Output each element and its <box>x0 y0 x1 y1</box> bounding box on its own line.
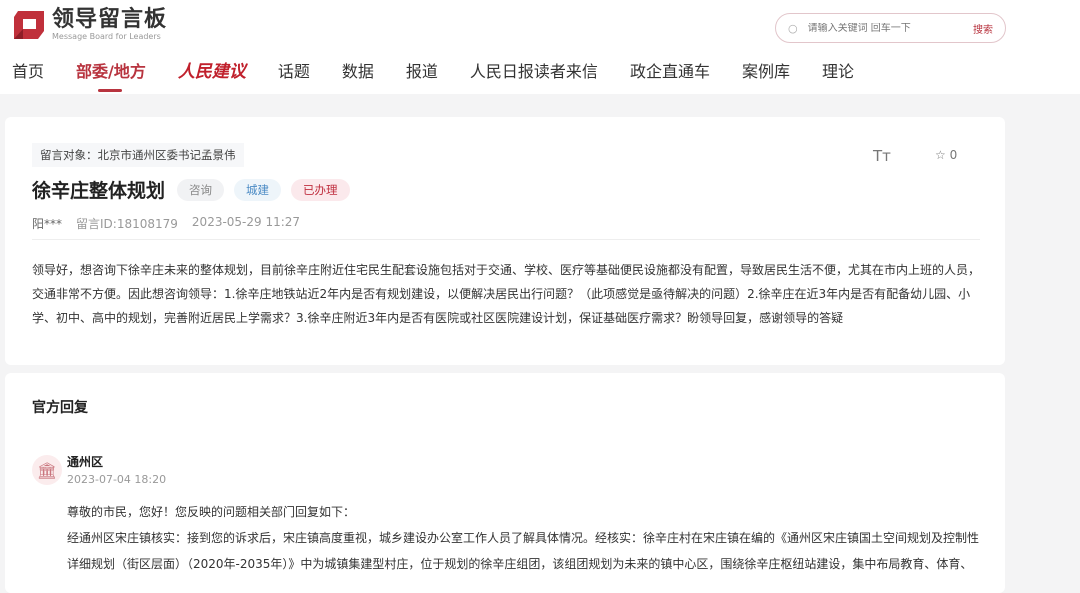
reply-line: 详细规划（街区层面）（2020年-2035年）》中为城镇集建型村庄，位于规划的徐… <box>67 557 973 571</box>
tag-category[interactable]: 城建 <box>234 178 282 201</box>
main-nav: 首页 部委/地方 人民建议 话题 数据 报道 人民日报读者来信 政企直通车 案例… <box>12 60 886 92</box>
logo-title: 领导留言板 <box>52 7 168 32</box>
status-badge: 已办理 <box>291 178 350 201</box>
nav-ministries-local[interactable]: 部委/地方 <box>76 60 146 92</box>
reply-line: 尊敬的市民，您好！您反映的问题相关部门回复如下： <box>67 505 356 519</box>
message-card: 留言对象：北京市通州区委书记孟景伟 徐辛庄整体规划 咨询 城建 已办理 阳***… <box>5 117 1005 365</box>
logo[interactable]: 领导留言板 Message Board for Leaders <box>12 8 167 42</box>
tag-type[interactable]: 咨询 <box>177 178 225 201</box>
reply-time: 2023-07-04 18:20 <box>67 473 167 486</box>
star-icon: ☆ <box>935 148 946 162</box>
search-input[interactable] <box>807 22 958 34</box>
message-target: 留言对象：北京市通州区委书记孟景伟 <box>32 143 244 167</box>
body-line: 学、初中、高中的规划，完善附近居民上学需求？3.徐辛庄附近3年内是否有医院或社区… <box>32 311 844 325</box>
nav-data[interactable]: 数据 <box>342 60 374 84</box>
divider <box>32 239 980 240</box>
search-icon: ○ <box>788 21 798 35</box>
nav-cases[interactable]: 案例库 <box>742 60 790 84</box>
reply-section-title: 官方回复 <box>32 400 88 416</box>
favorite-count: 0 <box>949 148 958 162</box>
author: 阳*** <box>32 217 63 231</box>
logo-subtitle: Message Board for Leaders <box>52 32 161 41</box>
header: 领导留言板 Message Board for Leaders ○ 搜索 首页 … <box>0 0 1080 94</box>
reply-card: 官方回复 🏛 通州区 2023-07-04 18:20 尊敬的市民，您好！您反映… <box>5 373 1005 593</box>
message-title: 徐辛庄整体规划 <box>32 180 166 202</box>
nav-gov-enterprise[interactable]: 政企直通车 <box>630 60 710 84</box>
message-id: 留言ID:18108179 <box>76 217 178 231</box>
logo-icon <box>12 9 46 41</box>
government-building-icon: 🏛 <box>32 455 62 485</box>
nav-reports[interactable]: 报道 <box>406 60 438 84</box>
reply-body: 尊敬的市民，您好！您反映的问题相关部门回复如下： 经通州区宋庄镇核实：接到您的诉… <box>67 499 979 577</box>
nav-reader-letters[interactable]: 人民日报读者来信 <box>470 60 598 84</box>
body-line: 交通非常不方便。因此想咨询领导：1.徐辛庄地铁站近2年内是否有规划建设，以便解决… <box>32 287 971 301</box>
message-body: 领导好，想咨询下徐辛庄未来的整体规划，目前徐辛庄附近住宅民生配套设施包括对于交通… <box>32 258 980 330</box>
body-line: 领导好，想咨询下徐辛庄未来的整体规划，目前徐辛庄附近住宅民生配套设施包括对于交通… <box>32 263 981 277</box>
nav-topics[interactable]: 话题 <box>278 60 310 84</box>
font-size-icon[interactable]: Tт <box>873 147 891 165</box>
nav-home[interactable]: 首页 <box>12 60 44 84</box>
search-button[interactable]: 搜索 <box>973 21 993 36</box>
favorite-button[interactable]: ☆ 0 <box>935 148 957 162</box>
reply-line: 经通州区宋庄镇核实：接到您的诉求后，宋庄镇高度重视，城乡建设办公室工作人员了解具… <box>67 531 980 545</box>
nav-people-suggestions[interactable]: 人民建议 <box>178 60 246 84</box>
search-box: ○ 搜索 <box>775 13 1006 43</box>
message-time: 2023-05-29 11:27 <box>191 215 301 229</box>
reply-department: 通州区 <box>67 455 104 469</box>
nav-theory[interactable]: 理论 <box>822 60 854 84</box>
